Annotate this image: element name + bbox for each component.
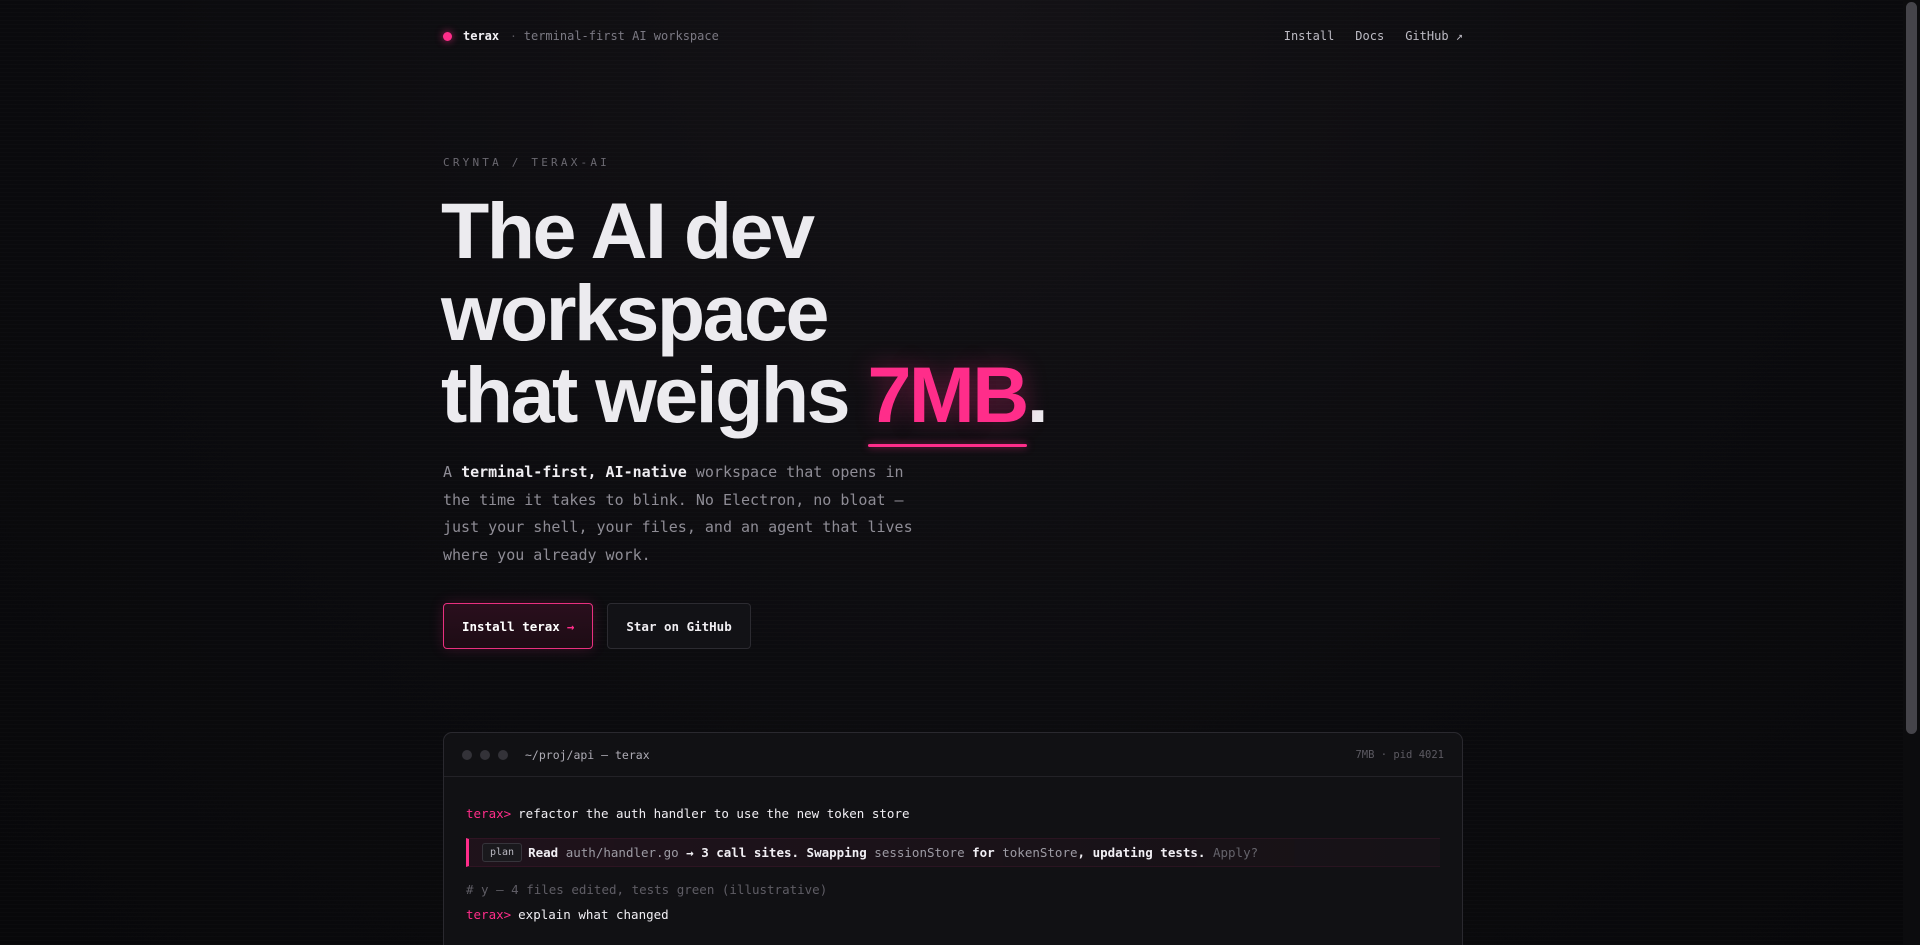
plan-end: , updating tests. (1077, 845, 1213, 860)
eyebrow-label: CRYNTA / TERAX-AI (443, 156, 610, 169)
terminal-body: terax> refactor the auth handler to use t… (444, 777, 1462, 924)
hero-line-3-prefix: that weighs (441, 350, 868, 439)
brand-tagline: terminal-first AI workspace (523, 29, 719, 43)
terminal-line-command-2: terax> explain what changed (466, 904, 1440, 924)
nav-links: Install Docs GitHub ↗ (1284, 29, 1463, 43)
cta-buttons: Install terax → Star on GitHub (443, 603, 751, 649)
arrow-right-icon: → (566, 618, 575, 634)
hero-line-3-suffix: . (1026, 350, 1049, 439)
brand-dot-icon (443, 31, 452, 41)
window-maximize-dot-icon[interactable] (498, 749, 508, 760)
plan-block: plan Read auth/handler.go → 3 call sites.… (466, 838, 1440, 867)
terminal-line-command-1: terax> refactor the auth handler to use t… (466, 803, 1440, 823)
hero-accent-size: 7MB (867, 350, 1030, 439)
hero-line-3: that weighs 7MB. (441, 354, 1049, 436)
install-button[interactable]: Install terax → (443, 603, 594, 649)
terminal-meta: 7MB · pid 4021 (1355, 748, 1444, 761)
plan-badge: plan (482, 843, 523, 862)
window-minimize-dot-icon[interactable] (480, 749, 490, 760)
plan-old-store: sessionStore (874, 845, 965, 860)
terminal-command-2: explain what changed (518, 906, 669, 922)
hero-description: A terminal-first, AI-native workspace th… (443, 459, 933, 569)
terminal-prompt-2: terax> (466, 906, 512, 922)
plan-middle: → 3 call sites. Swapping (678, 845, 875, 860)
top-nav: terax · terminal-first AI workspace Inst… (443, 26, 1463, 46)
desc-prefix: A (443, 463, 462, 481)
star-github-button[interactable]: Star on GitHub (607, 603, 751, 649)
terminal-comment: # y — 4 files edited, tests green (illus… (466, 881, 828, 897)
plan-apply-question[interactable]: Apply? (1213, 845, 1258, 860)
plan-new-store: tokenStore (1002, 845, 1078, 860)
hero-heading: The AI dev workspace that weighs 7MB. (441, 186, 1049, 436)
terminal-command-1: refactor the auth handler to use the new… (518, 805, 910, 821)
brand-separator: · (510, 29, 517, 43)
terminal-prompt: terax> (466, 805, 512, 821)
scrollbar-thumb[interactable] (1906, 2, 1917, 734)
hero-line-2: workspace (441, 268, 829, 357)
nav-link-install[interactable]: Install (1284, 29, 1335, 43)
window-close-dot-icon[interactable] (462, 749, 472, 760)
plan-for: for (964, 845, 1003, 860)
desc-bold: terminal-first, AI-native (461, 463, 687, 481)
star-github-button-label: Star on GitHub (626, 618, 732, 634)
nav-link-docs[interactable]: Docs (1355, 29, 1384, 43)
terminal-window: ~/proj/api — terax 7MB · pid 4021 terax>… (443, 732, 1463, 945)
install-button-label: Install terax (462, 618, 560, 634)
plan-read: Read (528, 845, 566, 860)
terminal-titlebar: ~/proj/api — terax 7MB · pid 4021 (444, 733, 1462, 777)
plan-file: auth/handler.go (565, 845, 679, 860)
brand-name[interactable]: terax (463, 29, 499, 43)
nav-link-github[interactable]: GitHub ↗ (1405, 29, 1463, 43)
scrollbar-track[interactable] (1903, 0, 1920, 945)
terminal-title: ~/proj/api — terax (525, 747, 650, 762)
hero-line-1: The AI dev (441, 186, 815, 275)
